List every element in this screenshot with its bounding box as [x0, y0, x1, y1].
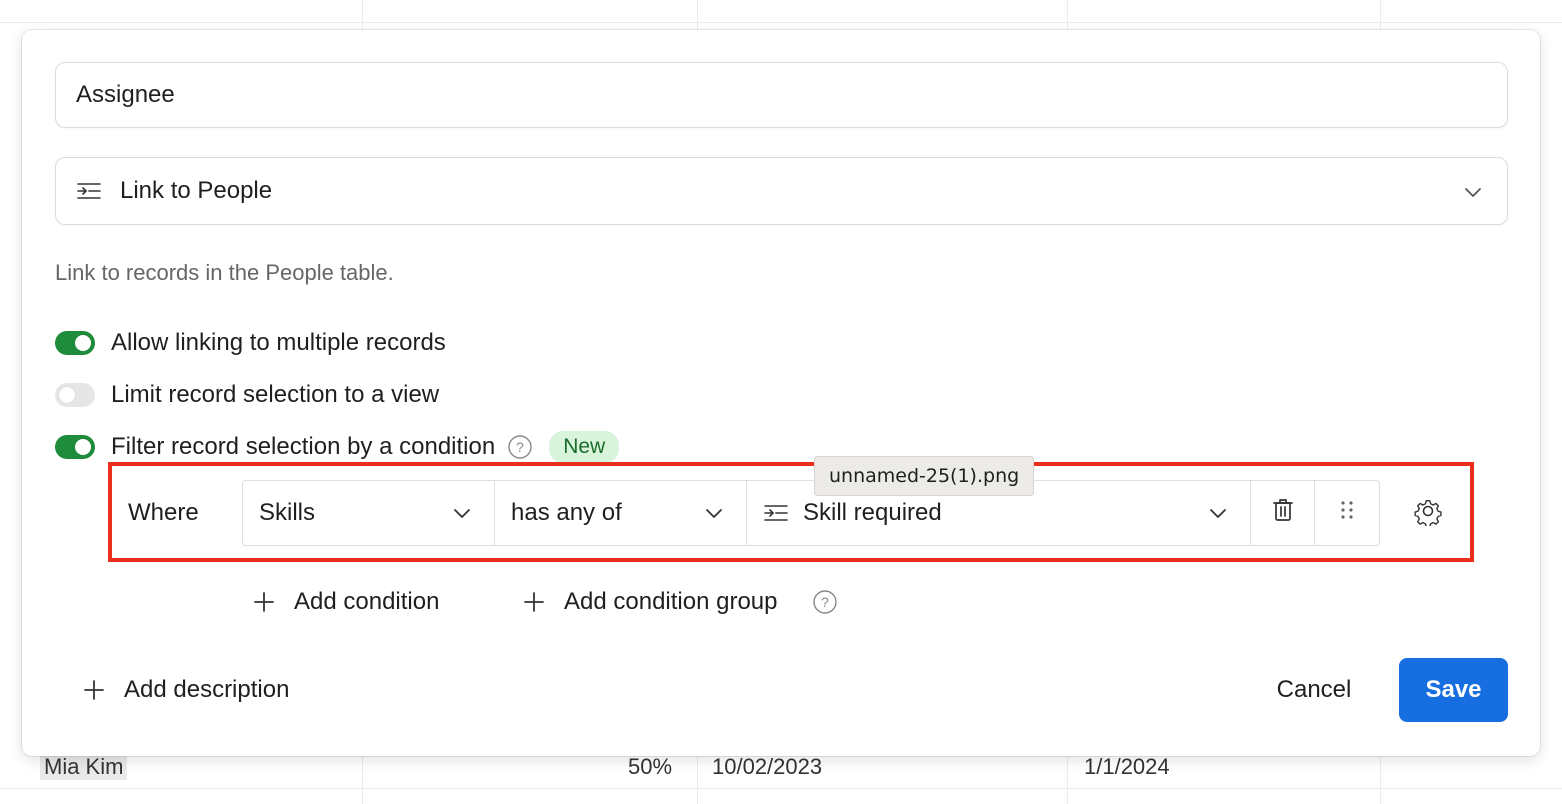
condition-value-label: Skill required: [803, 499, 942, 526]
filename-tooltip: unnamed-25(1).png: [814, 456, 1035, 496]
allow-multiple-toggle[interactable]: [55, 331, 95, 355]
field-name-input[interactable]: Assignee: [55, 62, 1508, 128]
background-percent-cell: 50%: [628, 754, 673, 779]
gear-icon: [1413, 496, 1443, 531]
plus-icon: [82, 678, 106, 702]
background-name-cell: Mia Kim: [40, 754, 128, 780]
toggle-knob: [75, 335, 91, 351]
where-label: Where: [128, 499, 199, 526]
field-type-label: Link to People: [120, 177, 273, 204]
add-description-label: Add description: [124, 676, 290, 703]
chevron-down-icon: [1461, 180, 1485, 204]
condition-settings-button[interactable]: [1396, 481, 1460, 545]
delete-condition-button[interactable]: [1251, 481, 1315, 545]
trash-icon: [1271, 497, 1295, 530]
condition-operator-value: has any of: [511, 499, 622, 526]
option-label: Allow linking to multiple records: [111, 329, 446, 356]
plus-icon: [522, 590, 546, 614]
condition-field-select[interactable]: Skills: [243, 481, 495, 545]
cancel-button[interactable]: Cancel: [1256, 658, 1372, 722]
option-allow-multiple: Allow linking to multiple records: [55, 328, 446, 358]
link-records-icon: [763, 501, 793, 525]
field-config-dialog: Assignee Link to People Link to records …: [22, 30, 1540, 756]
grid-line: [0, 22, 1562, 23]
chevron-down-icon: [1206, 501, 1230, 525]
link-records-icon: [76, 179, 106, 203]
background-date-cell: 10/02/2023: [712, 754, 823, 779]
add-condition-label: Add condition: [294, 588, 440, 615]
filter-by-condition-toggle[interactable]: [55, 435, 95, 459]
drag-handle-icon: [1339, 498, 1355, 529]
condition-operator-select[interactable]: has any of: [495, 481, 747, 545]
field-type-select[interactable]: Link to People: [55, 157, 1508, 225]
add-condition-group-button[interactable]: Add condition group ?: [522, 586, 838, 618]
chevron-down-icon: [702, 501, 726, 525]
limit-to-view-toggle[interactable]: [55, 383, 95, 407]
field-type-description: Link to records in the People table.: [55, 260, 394, 285]
svg-text:?: ?: [821, 594, 829, 610]
background-date-cell: 1/1/2024: [1084, 754, 1170, 779]
new-badge: New: [549, 431, 620, 463]
help-icon[interactable]: ?: [507, 434, 533, 460]
toggle-knob: [75, 439, 91, 455]
save-button[interactable]: Save: [1399, 658, 1508, 722]
condition-row: Where Skills has any of Skill required: [112, 480, 1472, 546]
option-label: Filter record selection by a condition: [111, 433, 496, 460]
help-icon[interactable]: ?: [812, 589, 838, 615]
add-condition-group-label: Add condition group: [564, 588, 778, 615]
add-condition-button[interactable]: Add condition: [252, 586, 439, 618]
option-limit-to-view: Limit record selection to a view: [55, 380, 439, 410]
option-filter-by-condition: Filter record selection by a condition ?…: [55, 431, 620, 463]
option-label: Limit record selection to a view: [111, 381, 440, 408]
field-name-value: Assignee: [76, 81, 175, 108]
grid-line: [0, 788, 1562, 789]
drag-handle[interactable]: [1315, 481, 1379, 545]
add-description-button[interactable]: Add description: [82, 674, 289, 706]
condition-controls: Skills has any of Skill required: [242, 480, 1380, 546]
svg-text:?: ?: [516, 439, 524, 455]
condition-field-value: Skills: [259, 499, 316, 526]
plus-icon: [252, 590, 276, 614]
chevron-down-icon: [450, 501, 474, 525]
toggle-knob: [59, 387, 75, 403]
